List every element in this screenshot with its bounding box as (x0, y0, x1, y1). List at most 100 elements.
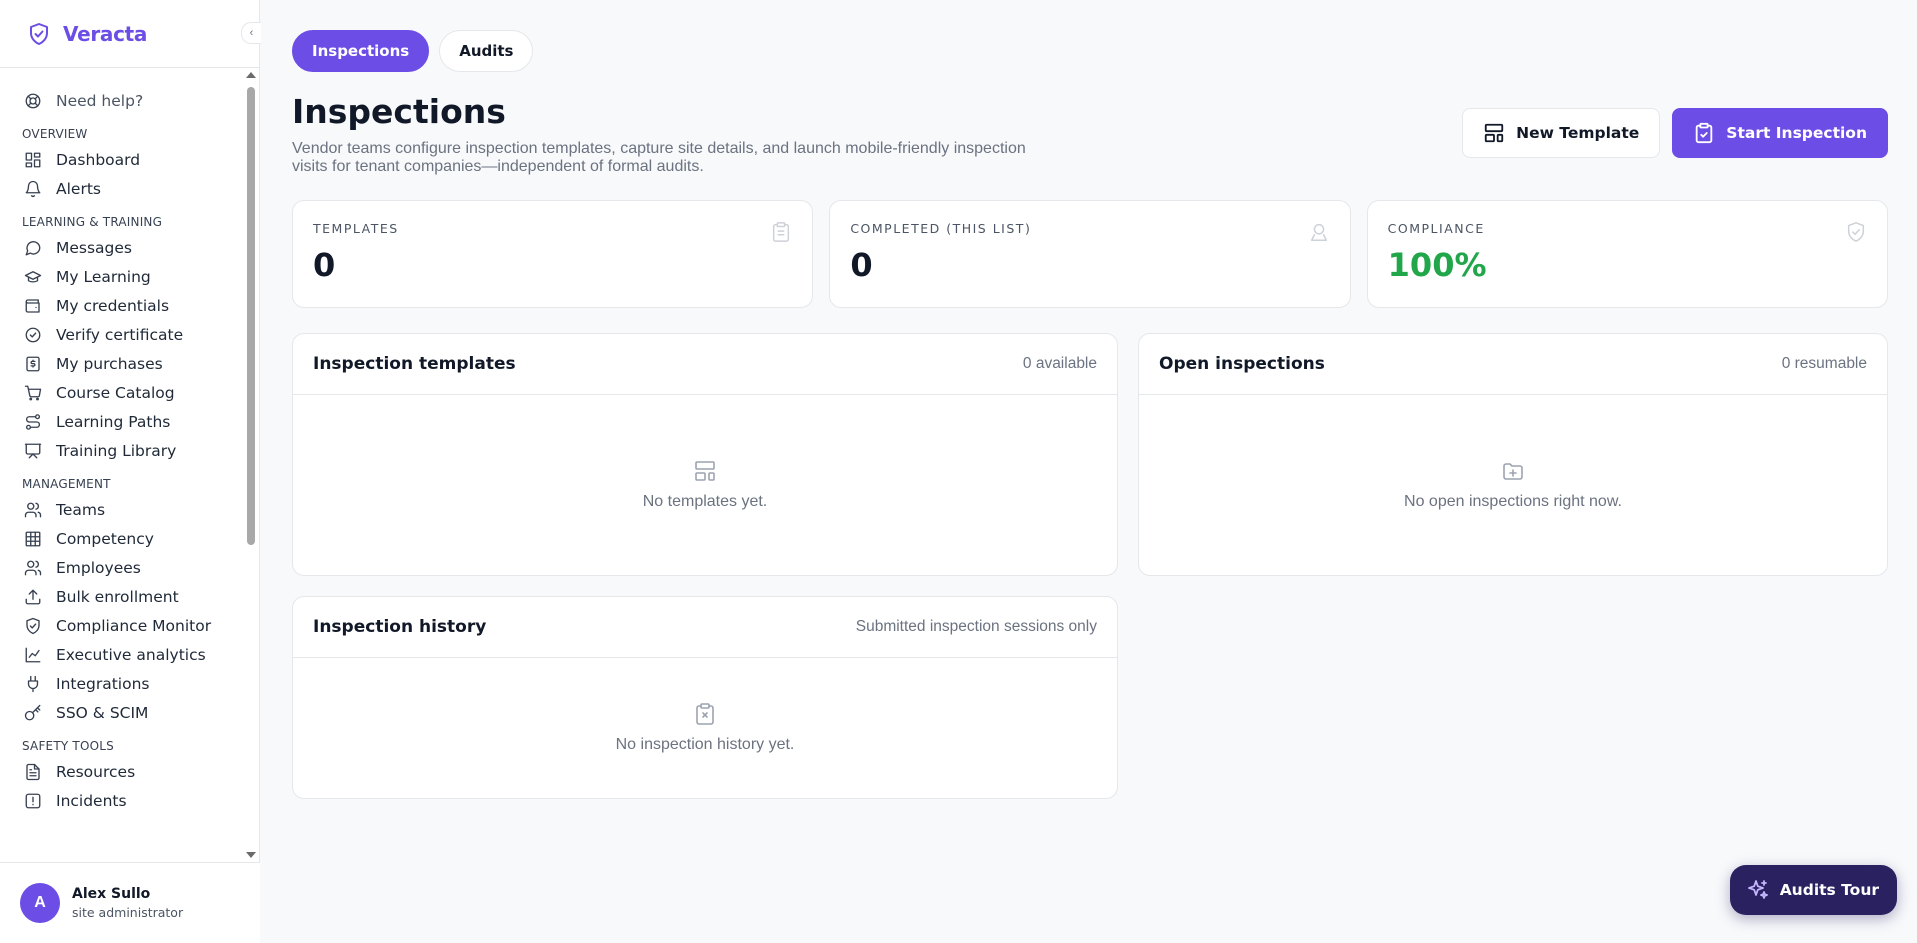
sidebar-item-alerts[interactable]: Alerts (0, 174, 244, 203)
user-group-icon (24, 560, 42, 575)
user-name: Alex Sullo (72, 886, 151, 902)
sidebar-item-training-library[interactable]: Training Library (0, 436, 244, 465)
sidebar-item-label: Integrations (56, 674, 150, 693)
sidebar-item-label: Learning Paths (56, 412, 171, 431)
plug-icon (27, 675, 39, 692)
chevron-left-icon: ‹ (249, 27, 254, 39)
sidebar-item-label: Executive analytics (56, 645, 206, 664)
tab-inspections[interactable]: Inspections (292, 30, 430, 72)
sidebar-item-dashboard[interactable]: Dashboard (0, 145, 244, 174)
layout-template-icon (695, 461, 715, 481)
shopping-cart-icon (24, 385, 42, 400)
stat-label: COMPLIANCE (1387, 221, 1485, 236)
sidebar-item-learning-paths[interactable]: Learning Paths (0, 407, 244, 436)
sidebar-item-competency[interactable]: Competency (0, 524, 244, 553)
sidebar-item-label: Dashboard (56, 150, 141, 169)
line-chart-icon (25, 647, 41, 662)
wallet-icon (25, 298, 40, 313)
shield-check-icon (30, 22, 48, 45)
shield-check-icon (1847, 222, 1865, 242)
sidebar-item-teams[interactable]: Teams (0, 495, 244, 524)
sidebar-item-label: Messages (56, 238, 133, 257)
route-icon (25, 413, 41, 430)
scroll-up-arrow-icon[interactable] (246, 72, 256, 78)
sidebar-item-label: SSO & SCIM (56, 703, 149, 722)
panel-title: Inspection history (313, 617, 487, 637)
stat-value: 0 (313, 246, 336, 284)
new-template-label: New Template (1516, 124, 1640, 142)
sidebar-item-my-purchases[interactable]: My purchases (0, 349, 244, 378)
message-circle-icon (25, 240, 41, 255)
collapse-sidebar-button[interactable]: ‹ (241, 22, 261, 44)
scroll-down-arrow-icon[interactable] (246, 852, 256, 858)
section-title-management: MANAGEMENT (22, 477, 111, 491)
layout-template-icon (1484, 123, 1504, 143)
inspection-history-panel: Inspection history Submitted inspection … (292, 596, 1118, 799)
empty-state: No inspection history yet. (293, 658, 1117, 798)
sidebar-item-verify-certificate[interactable]: Verify certificate (0, 320, 244, 349)
stat-card-completed: COMPLETED (THIS LIST) 0 (829, 200, 1351, 308)
clipboard-x-icon (696, 703, 714, 725)
empty-state-text: No open inspections right now. (1404, 493, 1622, 510)
scroll-thumb[interactable] (247, 87, 255, 545)
sidebar-item-label: My purchases (56, 354, 163, 373)
page-title: Inspections (292, 92, 506, 131)
table-grid-icon (25, 531, 41, 546)
sidebar-item-label: My credentials (56, 296, 170, 315)
stat-card-templates: TEMPLATES 0 (292, 200, 814, 308)
stat-value: 100% (1387, 246, 1487, 284)
panel-title: Inspection templates (313, 354, 516, 374)
sidebar-item-course-catalog[interactable]: Course Catalog (0, 378, 244, 407)
empty-state-text: No inspection history yet. (615, 736, 795, 753)
sidebar-item-executive-analytics[interactable]: Executive analytics (0, 640, 244, 669)
sidebar-item-incidents[interactable]: Incidents (0, 786, 244, 815)
stat-label: TEMPLATES (313, 221, 399, 236)
sidebar-item-messages[interactable]: Messages (0, 233, 244, 262)
sidebar-item-my-learning[interactable]: My Learning (0, 262, 244, 291)
panel-title: Open inspections (1159, 354, 1325, 374)
section-title-overview: OVERVIEW (22, 127, 88, 141)
alert-square-icon (25, 793, 41, 808)
sidebar-item-label: Employees (56, 558, 141, 577)
shield-check-icon (26, 617, 40, 634)
tab-audits[interactable]: Audits (439, 30, 534, 72)
sidebar-item-label: Need help? (56, 91, 144, 110)
sidebar-item-label: Competency (56, 529, 154, 548)
sidebar-item-label: Compliance Monitor (56, 616, 212, 635)
brand[interactable]: Veracta ‹ (0, 0, 261, 68)
sidebar-item-my-credentials[interactable]: My credentials (0, 291, 244, 320)
sidebar-item-sso-scim[interactable]: SSO & SCIM (0, 698, 244, 727)
sidebar-item-bulk-enrollment[interactable]: Bulk enrollment (0, 582, 244, 611)
sidebar-nav: Need help? OVERVIEW Dashboard Alerts LEA… (0, 69, 244, 862)
panel-header: Open inspections 0 resumable (1139, 334, 1887, 395)
sidebar-item-help[interactable]: Need help? (0, 86, 244, 115)
empty-state: No open inspections right now. (1139, 395, 1887, 575)
clipboard-icon (773, 222, 790, 242)
new-template-button[interactable]: New Template (1462, 108, 1661, 158)
sidebar-scrollbar[interactable] (243, 69, 259, 862)
avatar: A (20, 883, 60, 923)
sidebar-item-employees[interactable]: Employees (0, 553, 244, 582)
panel-meta: 0 resumable (1781, 355, 1867, 372)
open-inspections-panel: Open inspections 0 resumable No open ins… (1138, 333, 1888, 576)
page-description: Vendor teams configure inspection templa… (292, 140, 1026, 175)
start-inspection-button[interactable]: Start Inspection (1672, 108, 1888, 158)
sidebar-item-label: Bulk enrollment (56, 587, 179, 606)
check-circle-icon (25, 327, 41, 342)
users-icon (24, 502, 42, 517)
sidebar-item-label: Training Library (56, 441, 177, 460)
empty-state-text: No templates yet. (642, 493, 768, 510)
user-profile[interactable]: A Alex Sullo site administrator (0, 862, 260, 943)
start-inspection-label: Start Inspection (1726, 124, 1867, 142)
panel-header: Inspection history Submitted inspection … (293, 597, 1117, 658)
panel-meta: Submitted inspection sessions only (855, 618, 1097, 635)
sidebar-item-label: My Learning (56, 267, 151, 286)
sidebar: Veracta ‹ Need help? OVERVIEW Dashboard … (0, 0, 261, 943)
header-actions: New Template Start Inspection (1462, 108, 1888, 158)
panel-header: Inspection templates 0 available (293, 334, 1117, 395)
sidebar-item-integrations[interactable]: Integrations (0, 669, 244, 698)
tab-bar: Inspections Audits (292, 30, 534, 72)
sidebar-item-compliance-monitor[interactable]: Compliance Monitor (0, 611, 244, 640)
sidebar-item-resources[interactable]: Resources (0, 757, 244, 786)
audits-tour-button[interactable]: Audits Tour (1729, 865, 1897, 915)
